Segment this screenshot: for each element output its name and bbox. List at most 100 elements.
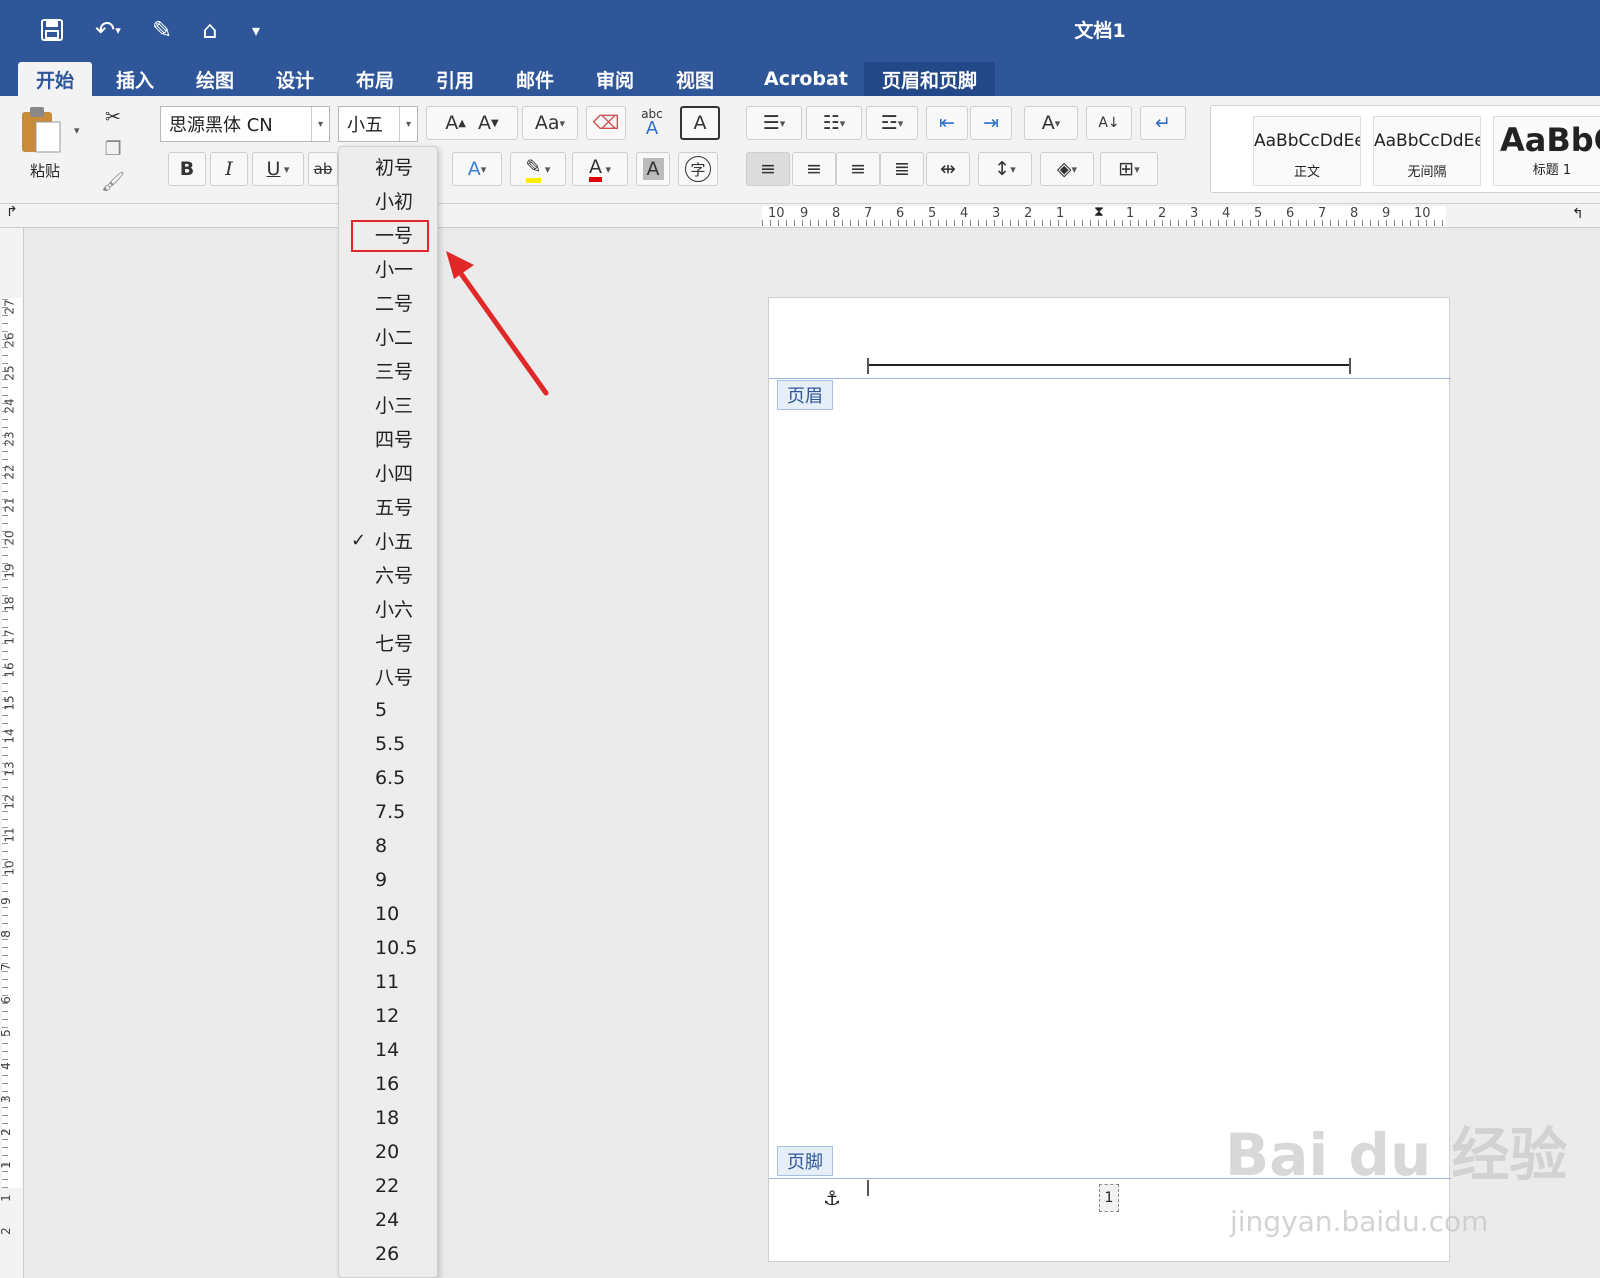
font-size-option[interactable]: 26 xyxy=(339,1237,437,1271)
character-border-button[interactable]: A xyxy=(680,106,720,140)
grow-font-button[interactable]: A ▲ A ▼ xyxy=(426,106,518,140)
font-size-option[interactable]: 七号 xyxy=(339,625,437,659)
numbering-button[interactable]: ☷ ▾ xyxy=(806,106,862,140)
font-size-option[interactable]: 5 xyxy=(339,693,437,727)
horizontal-ruler[interactable]: ↱ 10 9 8 7 6 5 4 3 2 1 1 2 3 4 5 6 7 8 9 10 ⧗ ↰ xyxy=(0,204,1600,228)
format-painter-icon[interactable]: 🖌 xyxy=(98,164,128,198)
change-case-button[interactable]: Aa ▾ xyxy=(522,106,578,140)
font-size-option[interactable]: 小二 xyxy=(339,319,437,353)
copy-icon[interactable]: ❐ xyxy=(98,132,128,166)
tab-header-footer[interactable]: 页眉和页脚 xyxy=(864,62,996,96)
distributed-button[interactable]: ⇹ xyxy=(926,152,970,186)
font-size-option[interactable]: 8 xyxy=(339,829,437,863)
edit-document-icon[interactable]: ✎ xyxy=(146,12,178,48)
footer-tag[interactable]: 页脚 xyxy=(777,1146,833,1176)
borders-button[interactable]: ⊞ ▾ xyxy=(1100,152,1158,186)
font-size-option[interactable]: 5.5 xyxy=(339,727,437,761)
font-size-option[interactable]: 22 xyxy=(339,1169,437,1203)
decrease-indent-button[interactable]: ⇤ xyxy=(926,106,968,140)
underline-button[interactable]: U ▾ xyxy=(252,152,304,186)
vertical-ruler[interactable]: 27 26 25 24 23 22 21 20 19 18 17 16 15 14 13 12 11 10 9 8 7 6… xyxy=(0,228,24,1278)
font-size-option[interactable]: 24 xyxy=(339,1203,437,1237)
tab-acrobat[interactable]: Acrobat xyxy=(746,62,866,96)
tab-view[interactable]: 视图 xyxy=(658,62,732,96)
font-size-option[interactable]: 八号 xyxy=(339,659,437,693)
tab-home[interactable]: 开始 xyxy=(18,62,93,96)
bold-button[interactable]: B xyxy=(168,152,206,186)
font-size-option[interactable]: 20 xyxy=(339,1135,437,1169)
customize-toolbar-icon[interactable]: ▾ xyxy=(244,12,268,48)
align-left-button[interactable]: ≡ xyxy=(746,152,790,186)
justify-button[interactable]: ≣ xyxy=(880,152,924,186)
cut-icon[interactable]: ✂ xyxy=(98,100,128,134)
tab-insert[interactable]: 插入 xyxy=(98,62,172,96)
undo-icon[interactable]: ↶ ▾ xyxy=(86,12,130,48)
font-color-button[interactable]: A ▾ xyxy=(572,152,628,186)
font-size-option[interactable]: 初号 xyxy=(339,149,437,183)
multilevel-list-button[interactable]: ☲ ▾ xyxy=(866,106,918,140)
align-center-button[interactable]: ≡ xyxy=(792,152,836,186)
font-size-option[interactable]: 小一 xyxy=(339,251,437,285)
align-right-button[interactable]: ≡ xyxy=(836,152,880,186)
font-size-option[interactable]: 小四 xyxy=(339,455,437,489)
increase-indent-button[interactable]: ⇥ xyxy=(970,106,1012,140)
save-icon[interactable] xyxy=(36,12,68,48)
clear-formatting-button[interactable]: ⌫ xyxy=(586,106,626,140)
style-normal[interactable]: AaBbCcDdEe 正文 xyxy=(1253,116,1361,186)
font-size-option[interactable]: 18 xyxy=(339,1101,437,1135)
text-effects-button[interactable]: A ▾ xyxy=(452,152,502,186)
font-size-option[interactable]: 28 xyxy=(339,1271,437,1277)
strikethrough-button[interactable]: ab xyxy=(308,152,338,186)
font-size-option[interactable]: 10.5 xyxy=(339,931,437,965)
style-no-spacing[interactable]: AaBbCcDdEe 无间隔 xyxy=(1373,116,1481,186)
font-size-option[interactable]: 小六 xyxy=(339,591,437,625)
font-size-field[interactable]: 小五 ▾ xyxy=(338,106,418,142)
font-size-option[interactable]: 12 xyxy=(339,999,437,1033)
tab-draw[interactable]: 绘图 xyxy=(178,62,252,96)
font-name-dropdown-icon[interactable]: ▾ xyxy=(311,107,329,141)
tab-mailings[interactable]: 邮件 xyxy=(498,62,572,96)
font-size-option[interactable]: 小三 xyxy=(339,387,437,421)
right-indent-icon[interactable]: ↰ xyxy=(1572,206,1584,222)
tab-review[interactable]: 审阅 xyxy=(578,62,652,96)
paste-dropdown-icon[interactable]: ▾ xyxy=(74,124,80,137)
font-size-option[interactable]: ✓ 小五 xyxy=(339,523,437,557)
tab-selector-icon[interactable]: ↱ xyxy=(6,204,18,220)
shading-button[interactable]: ◈ ▾ xyxy=(1040,152,1094,186)
line-spacing-button[interactable]: ↕ ▾ xyxy=(978,152,1032,186)
font-size-option[interactable]: 四号 xyxy=(339,421,437,455)
font-size-option[interactable]: 9 xyxy=(339,863,437,897)
font-size-option[interactable]: 11 xyxy=(339,965,437,999)
paste-button[interactable] xyxy=(20,104,70,156)
style-heading-1[interactable]: AaBbC 标题 1 xyxy=(1493,116,1600,186)
font-name-field[interactable]: 思源黑体 CN ▾ xyxy=(160,106,330,142)
font-size-option[interactable]: 10 xyxy=(339,897,437,931)
font-size-option[interactable]: 6.5 xyxy=(339,761,437,795)
show-marks-button[interactable]: ↵ xyxy=(1140,106,1186,140)
font-size-dropdown-icon[interactable]: ▾ xyxy=(399,107,417,141)
font-size-option[interactable]: 六号 xyxy=(339,557,437,591)
enclose-characters-button[interactable]: 字 xyxy=(678,152,718,186)
bullets-button[interactable]: ☰ ▾ xyxy=(746,106,802,140)
font-size-option[interactable]: 三号 xyxy=(339,353,437,387)
font-size-option[interactable]: 一号 xyxy=(339,217,437,251)
home-icon[interactable]: ⌂ xyxy=(194,12,226,48)
highlight-button[interactable]: ✎ ▾ xyxy=(510,152,566,186)
asian-layout-button[interactable]: A ▾ xyxy=(1024,106,1078,140)
tab-design[interactable]: 设计 xyxy=(258,62,332,96)
header-tag[interactable]: 页眉 xyxy=(777,380,833,410)
font-size-option[interactable]: 7.5 xyxy=(339,795,437,829)
sort-button[interactable]: A↓ xyxy=(1086,106,1132,140)
font-size-option[interactable]: 16 xyxy=(339,1067,437,1101)
font-size-option[interactable]: 14 xyxy=(339,1033,437,1067)
italic-button[interactable]: I xyxy=(210,152,248,186)
phonetic-guide-button[interactable]: abc A xyxy=(632,106,672,140)
tab-layout[interactable]: 布局 xyxy=(338,62,412,96)
font-size-option[interactable]: 二号 xyxy=(339,285,437,319)
anchor-icon[interactable]: ⚓ xyxy=(823,1186,841,1210)
page-number-field[interactable]: 1 xyxy=(1099,1184,1119,1212)
font-size-option[interactable]: 五号 xyxy=(339,489,437,523)
indent-marker-icon[interactable]: ⧗ xyxy=(1094,204,1104,220)
font-size-option[interactable]: 小初 xyxy=(339,183,437,217)
tab-references[interactable]: 引用 xyxy=(418,62,492,96)
